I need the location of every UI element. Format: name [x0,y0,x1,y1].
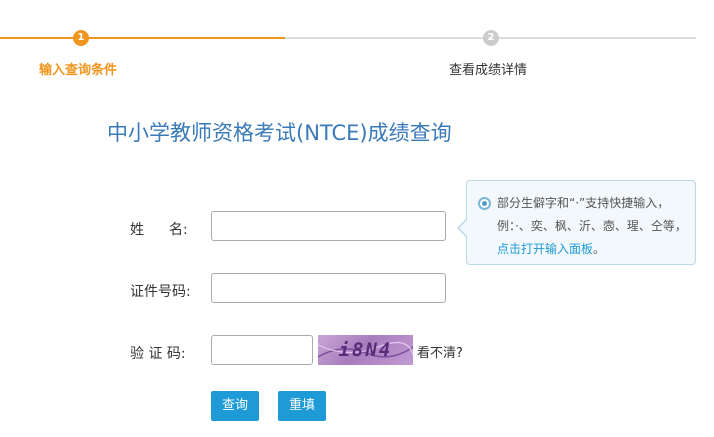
name-label-first: 姓 [130,222,144,238]
page-title: 中小学教师资格考试(NTCE)成绩查询 [107,121,452,145]
query-button[interactable]: 查询 [211,391,259,421]
name-label-second: 名: [169,222,188,238]
step-2-label: 查看成绩详情 [449,63,528,78]
name-input[interactable] [211,211,446,241]
captcha-text: i8N4 [338,339,393,361]
radio-dot-icon [478,197,491,210]
open-input-panel-link[interactable]: 点击打开输入面板 [497,242,593,256]
captcha-label: 验 证 码: [130,346,186,362]
tip-message: 部分生僻字和“·”支持快捷输入，例：·、奕、枫、沂、悫、瑆、仝等， [497,196,687,233]
name-label: 姓 名: [130,219,192,239]
step-progress: 1 2 输入查询条件 查看成绩详情 [0,0,714,80]
captcha-input[interactable] [211,335,313,365]
step-1-label: 输入查询条件 [39,63,118,78]
reset-button[interactable]: 重填 [278,391,326,421]
step-2-number: 2 [483,30,499,46]
tip-suffix: 。 [593,242,606,256]
captcha-image[interactable]: i8N4 [318,335,413,365]
tip-text: 部分生僻字和“·”支持快捷输入，例：·、奕、枫、沂、悫、瑆、仝等， 点击打开输入面… [497,192,687,261]
step-1-number: 1 [73,30,89,46]
captcha-refresh-link[interactable]: 看不清? [417,342,463,361]
tip-arrow-inner [459,219,468,237]
input-tip-box: 部分生僻字和“·”支持快捷输入，例：·、奕、枫、沂、悫、瑆、仝等， 点击打开输入面… [457,180,696,265]
id-number-label: 证件号码: [130,284,191,300]
id-number-input[interactable] [211,273,446,303]
step-line-active [0,37,285,39]
